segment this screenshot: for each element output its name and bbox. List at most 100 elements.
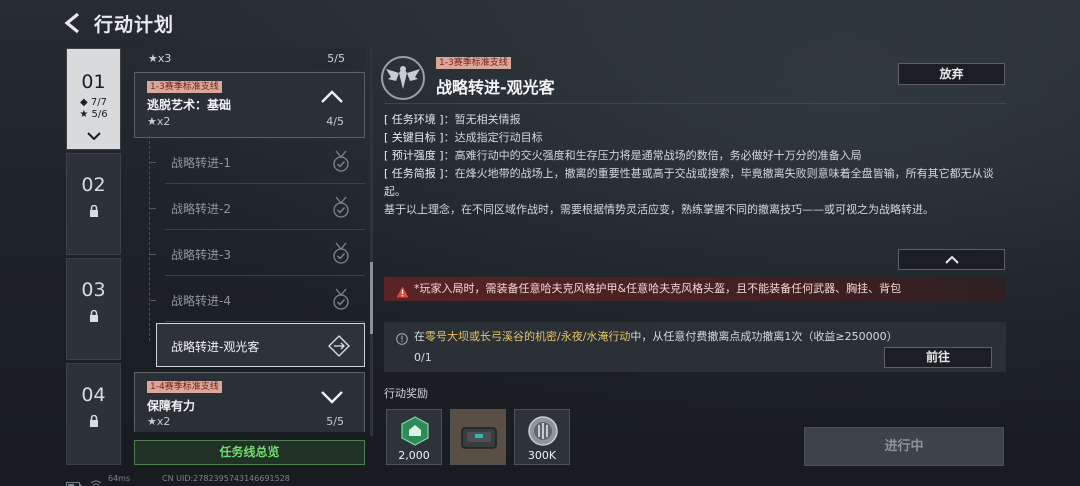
- lock-icon: [89, 412, 99, 431]
- info-key: [ 任务简报 ]: [384, 167, 444, 180]
- chapter-tab-04[interactable]: 04: [66, 363, 121, 465]
- info-environment: [ 任务环境 ]：暂无相关情报: [384, 111, 1006, 129]
- info-icon: [396, 330, 408, 349]
- info-value: ：达成指定行动目标: [443, 131, 543, 144]
- group-name: 逃脱艺术：基础: [147, 98, 232, 112]
- group-count: 5/5: [327, 52, 345, 65]
- tree-connector: [149, 136, 150, 341]
- season-tag: 1-3赛季标准支线: [436, 57, 511, 69]
- tree-branch: [150, 254, 156, 255]
- mission-group-support[interactable]: 1-4赛季标准支线 保障有力 ★x2 5/5: [134, 372, 365, 432]
- reward-item-1[interactable]: 2,000: [386, 409, 442, 465]
- medal-check-icon: [331, 150, 351, 175]
- group-count: 5/5: [326, 415, 344, 428]
- medal-check-icon: [331, 288, 351, 313]
- reward-badge-icon: [401, 416, 429, 446]
- lock-icon: [89, 307, 99, 326]
- back-icon[interactable]: [62, 12, 84, 34]
- chapter-number: 04: [81, 384, 106, 406]
- mission-title: 战略转进-观光客: [436, 78, 555, 97]
- info-intensity: [ 预计强度 ]：高难行动中的交火强度和生存压力将是通常战场的数倍，务必做好十万…: [384, 147, 1006, 165]
- in-progress-button: 进行中: [804, 427, 1004, 466]
- info-key: [ 关键目标 ]: [384, 131, 444, 144]
- mission-info: [ 任务环境 ]：暂无相关情报 [ 关键目标 ]：达成指定行动目标 [ 预计强度…: [384, 111, 1006, 219]
- objective-highlight: 零号大坝或长弓溪谷的机密/永夜/水淹行动: [425, 330, 631, 343]
- chapter-tab-03[interactable]: 03: [66, 258, 121, 360]
- mission-item-2[interactable]: 战略转进-2: [165, 186, 365, 230]
- chapter-stat-diamond: ◆ 7/7: [80, 97, 107, 108]
- collapse-button[interactable]: [898, 249, 1005, 270]
- mission-group-row[interactable]: ★x3 5/5: [134, 48, 365, 70]
- lock-icon: [89, 202, 99, 221]
- chevron-down-icon: [67, 125, 120, 144]
- divider: [384, 103, 1006, 104]
- mission-item-label: 战略转进-4: [171, 294, 231, 308]
- info-key: [ 预计强度 ]: [384, 149, 444, 162]
- info-value: ：高难行动中的交火强度和生存压力将是通常战场的数倍，务必做好十万分的准备入局: [443, 149, 862, 162]
- info-extra: 基于以上理念，在不同区域作战时，需要根据情势灵活应变，熟练掌握不同的撤离技巧——…: [384, 203, 934, 216]
- reward-label: 行动奖励: [384, 387, 428, 400]
- mission-item-selected[interactable]: 战略转进-观光客: [156, 323, 365, 367]
- chapter-tab-02[interactable]: 02: [66, 153, 121, 255]
- chapter-stat-star: ★ 5/6: [79, 109, 108, 120]
- diamond-target-icon: [328, 335, 350, 360]
- reward-amount: 300K: [527, 449, 557, 462]
- mission-item-label: 战略转进-1: [171, 156, 231, 170]
- battery-icon: [66, 475, 82, 486]
- wifi-icon: [90, 474, 102, 486]
- mission-item-4[interactable]: 战略转进-4: [165, 278, 365, 322]
- group-name: 保障有力: [147, 399, 196, 413]
- ping-text: 64ms: [108, 474, 131, 483]
- mission-item-1[interactable]: 战略转进-1: [165, 140, 365, 184]
- objective-pre: 在: [414, 330, 425, 343]
- reward-amount: 2,000: [398, 449, 430, 462]
- mission-item-label: 战略转进-观光客: [171, 340, 260, 354]
- reward-item-3[interactable]: 300K: [514, 409, 570, 465]
- warning-icon: [396, 283, 409, 307]
- group-stars: ★x2: [147, 415, 171, 428]
- info-value: ：在烽火地带的战场上，撤离的重要性甚或高于交战或搜索，毕竟撤离失败则意味着全盘皆…: [384, 167, 994, 198]
- medal-check-icon: [331, 196, 351, 221]
- chapter-number: 02: [81, 174, 106, 196]
- reward-coin-icon: [528, 416, 558, 446]
- chevron-up-icon[interactable]: [320, 89, 344, 108]
- mission-item-3[interactable]: 战略转进-3: [165, 232, 365, 276]
- page-title: 行动计划: [94, 14, 175, 36]
- info-key: [ 任务环境 ]: [384, 113, 444, 126]
- eagle-emblem-icon: [380, 55, 426, 101]
- reward-case-icon: [461, 427, 497, 449]
- tree-branch: [150, 300, 156, 301]
- info-value: ：暂无相关情报: [443, 113, 521, 126]
- chevron-up-icon: [945, 255, 959, 264]
- medal-check-icon: [331, 242, 351, 267]
- info-brief: [ 任务简报 ]：在烽火地带的战场上，撤离的重要性甚或高于交战或搜索，毕竟撤离失…: [384, 165, 1006, 201]
- uid-text: CN UID:2782395743146691528: [162, 474, 290, 483]
- mission-overview-button[interactable]: 任务线总览: [134, 440, 365, 465]
- chapter-tab-01[interactable]: 01 ◆ 7/7 ★ 5/6: [66, 48, 121, 150]
- objective-text: 在零号大坝或长弓溪谷的机密/永夜/水淹行动中，从任意付费撤离点成功撤离1次（收益…: [414, 328, 898, 344]
- season-tag: 1-4赛季标准支线: [147, 381, 222, 393]
- group-count: 4/5: [326, 115, 344, 128]
- tree-branch: [150, 208, 156, 209]
- goto-button[interactable]: 前往: [884, 347, 992, 368]
- info-goal: [ 关键目标 ]：达成指定行动目标: [384, 129, 1006, 147]
- chapter-number: 01: [81, 71, 106, 93]
- mission-item-label: 战略转进-3: [171, 248, 231, 262]
- chapter-number: 03: [81, 279, 106, 301]
- season-tag: 1-3赛季标准支线: [147, 81, 222, 93]
- warning-text: *玩家入局时，需装备任意哈夫克风格护甲&任意哈夫克风格头盔，且不能装备任何武器、…: [414, 282, 902, 295]
- group-stars: ★x3: [148, 52, 172, 65]
- requirement-warning: *玩家入局时，需装备任意哈夫克风格护甲&任意哈夫克风格头盔，且不能装备任何武器、…: [384, 277, 1006, 301]
- group-stars: ★x2: [147, 115, 171, 128]
- objective-post: 中，从任意付费撤离点成功撤离1次（收益≥250000）: [630, 330, 898, 343]
- reward-item-2[interactable]: [450, 409, 506, 465]
- scrollbar-track[interactable]: [370, 48, 373, 436]
- objective-progress: 0/1: [414, 351, 432, 364]
- mission-list[interactable]: ★x3 5/5 1-3赛季标准支线 逃脱艺术：基础 ★x2 4/5 战略转进-1…: [134, 48, 365, 432]
- give-up-button[interactable]: 放弃: [898, 63, 1005, 85]
- scrollbar-thumb[interactable]: [370, 262, 373, 334]
- tree-branch: [150, 162, 156, 163]
- objective-box: 在零号大坝或长弓溪谷的机密/永夜/水淹行动中，从任意付费撤离点成功撤离1次（收益…: [384, 322, 1006, 372]
- mission-group-escape-basics[interactable]: 1-3赛季标准支线 逃脱艺术：基础 ★x2 4/5: [134, 72, 365, 138]
- chevron-down-icon[interactable]: [320, 389, 344, 408]
